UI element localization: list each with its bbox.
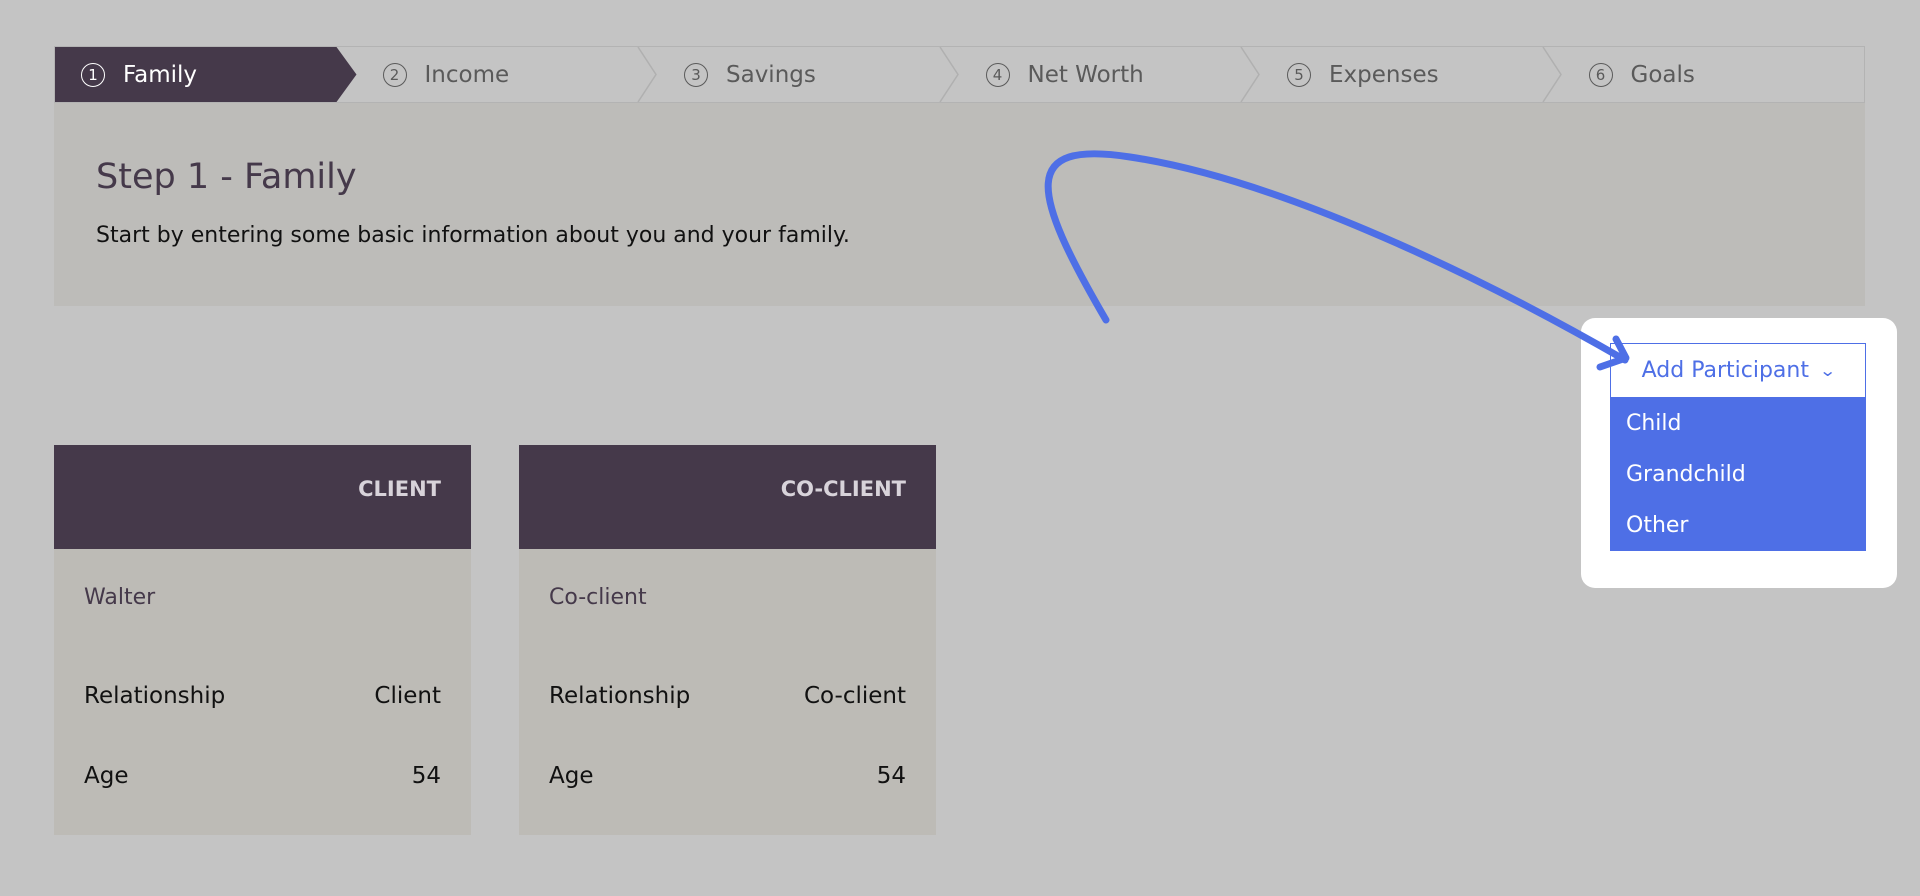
add-participant-button[interactable]: Add Participant ⌄ [1610,343,1866,398]
age-row: Age 54 [84,763,441,789]
step-number-1: 1 [81,63,105,87]
chevron-down-icon: ⌄ [1818,361,1837,380]
step-number-6: 6 [1588,62,1613,87]
step-label-expenses: Expenses [1329,61,1439,88]
relationship-value: Co-client [803,683,906,709]
age-value: 54 [876,763,906,789]
step-number-3: 3 [684,62,708,87]
step-number-2: 2 [382,62,407,87]
menu-item-child[interactable]: Child [1610,398,1866,449]
step-label-income: Income [424,61,510,88]
add-participant-label: Add Participant [1641,358,1809,383]
chevron-separator-icon [637,47,657,102]
chevron-separator-icon [1541,47,1562,102]
step-label-savings: Savings [726,61,816,88]
relationship-value: Client [374,683,441,709]
relationship-label: Relationship [84,683,226,709]
add-participant-menu: Child Grandchild Other [1610,398,1866,551]
intro-panel: Step 1 - Family Start by entering some b… [54,103,1865,306]
card-header: CO-CLIENT [519,445,936,549]
age-label: Age [549,763,594,789]
participant-name: Co-client [549,585,647,610]
relationship-row: Relationship Client [84,683,441,709]
step-number-5: 5 [1287,62,1311,87]
relationship-label: Relationship [549,683,691,709]
menu-item-other[interactable]: Other [1610,500,1866,551]
add-participant-highlight: Add Participant ⌄ Child Grandchild Other [1581,318,1897,588]
chevron-separator-icon [938,47,959,102]
step-number-4: 4 [985,62,1010,87]
participant-card-client[interactable]: CLIENT Walter Relationship Client Age 54 [54,445,471,835]
step-income[interactable]: 2 Income [337,47,659,102]
age-row: Age 54 [549,763,906,789]
step-savings[interactable]: 3 Savings [658,47,960,102]
age-value: 54 [411,763,441,789]
step-net-worth[interactable]: 4 Net Worth [960,47,1262,102]
relationship-row: Relationship Co-client [549,683,906,709]
menu-item-grandchild[interactable]: Grandchild [1610,449,1866,500]
step-label-family: Family [123,61,198,88]
chevron-separator-icon [1240,47,1260,102]
step-label-goals: Goals [1630,61,1695,88]
stepper-nav: 1 Family 2 Income 3 Savings 4 Net Worth … [54,46,1865,103]
step-family[interactable]: 1 Family [55,47,357,102]
step-goals[interactable]: 6 Goals [1563,47,1865,102]
card-header: CLIENT [54,445,471,549]
participant-name: Walter [84,585,156,610]
participant-card-co-client[interactable]: CO-CLIENT Co-client Relationship Co-clie… [519,445,936,835]
step-label-net-worth: Net Worth [1027,61,1144,88]
page-description: Start by entering some basic information… [96,223,850,248]
step-expenses[interactable]: 5 Expenses [1261,47,1563,102]
page-title: Step 1 - Family [96,157,357,197]
age-label: Age [84,763,129,789]
